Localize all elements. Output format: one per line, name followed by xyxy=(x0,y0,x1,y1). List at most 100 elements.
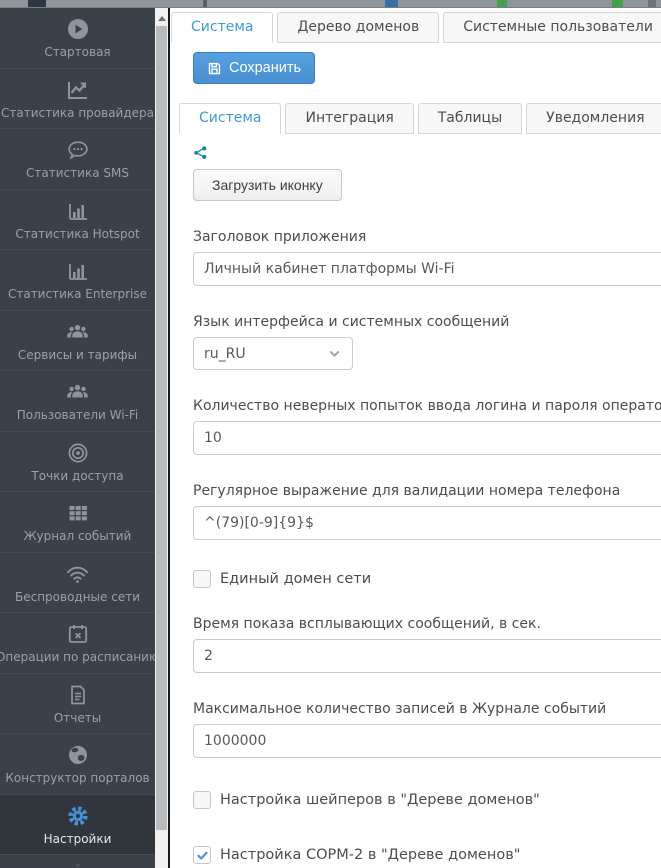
app-title-input[interactable] xyxy=(193,252,661,286)
single-domain-checkbox[interactable] xyxy=(193,570,211,588)
settings-tab-bar: Система Интеграция Таблицы Уведомления У xyxy=(179,103,661,134)
language-select-value: ru_RU xyxy=(204,346,246,362)
bar-chart-icon xyxy=(66,259,90,283)
phone-regex-input[interactable] xyxy=(193,506,661,540)
sidebar-item-label: Статистика Hotspot xyxy=(15,228,139,240)
sidebar-item-reports[interactable]: Отчеты xyxy=(0,674,155,735)
browser-icon-fragment xyxy=(28,0,46,7)
users-icon xyxy=(65,320,90,344)
sidebar-item-label: Беспроводные сети xyxy=(15,591,140,603)
calendar-x-icon xyxy=(66,622,90,646)
tab-settings-integration[interactable]: Интеграция xyxy=(285,103,413,134)
sidebar-item-label: Настройки xyxy=(44,833,112,845)
scrollbar-up-arrow[interactable] xyxy=(155,12,168,24)
browser-icon-fragment xyxy=(385,0,398,7)
tab-settings-notifications[interactable]: Уведомления xyxy=(526,103,661,134)
check-icon xyxy=(196,849,209,862)
upload-icon-button[interactable]: Загрузить иконку xyxy=(193,169,342,201)
sorm-checkbox[interactable] xyxy=(193,846,211,864)
sidebar-item-hotspot-stats[interactable]: Статистика Hotspot xyxy=(0,190,155,251)
sidebar-item-label: Операции по расписанию xyxy=(0,651,155,663)
tab-settings-system[interactable]: Система xyxy=(179,103,281,134)
file-text-icon xyxy=(66,683,90,707)
sidebar-nav: Стартовая Статистика провайдера Статисти… xyxy=(0,8,155,868)
sidebar-item-enterprise-stats[interactable]: Статистика Enterprise xyxy=(0,250,155,311)
browser-icon-fragment xyxy=(612,0,623,7)
tab-domain-tree[interactable]: Дерево доменов xyxy=(277,12,439,43)
login-attempts-label: Количество неверных попыток ввода логина… xyxy=(193,398,661,414)
browser-icon-fragment xyxy=(648,0,656,7)
tab-system[interactable]: Система xyxy=(171,12,273,43)
tab-system-users[interactable]: Системные пользователи xyxy=(443,12,661,43)
app-title-group: Заголовок приложения xyxy=(193,229,661,286)
browser-chrome-strip xyxy=(0,0,661,8)
frame-scrollbar[interactable] xyxy=(155,8,168,868)
sidebar-item-access-points[interactable]: Точки доступа xyxy=(0,432,155,493)
bullseye-icon xyxy=(66,441,90,465)
sidebar-item-label: Точки доступа xyxy=(31,470,123,482)
shapers-checkbox[interactable] xyxy=(193,791,211,809)
sidebar-item-settings[interactable]: Настройки xyxy=(0,795,155,856)
sidebar-item-label: Отчеты xyxy=(54,712,101,724)
sidebar-item-sms-stats[interactable]: Статистика SMS xyxy=(0,129,155,190)
comment-dots-icon xyxy=(66,138,90,162)
sidebar-item-label: Стартовая xyxy=(44,46,110,58)
language-group: Язык интерфейса и системных сообщений ru… xyxy=(193,314,661,370)
toast-time-input[interactable] xyxy=(193,639,661,673)
sidebar-item-label: Пользователи Wi-Fi xyxy=(17,409,139,421)
sidebar-item-label: Статистика Enterprise xyxy=(8,288,147,300)
sorm-label: Настройка СОРМ-2 в "Дереве доменов" xyxy=(220,847,520,863)
sidebar-item-wifi-users[interactable]: Пользователи Wi-Fi xyxy=(0,371,155,432)
sidebar-item-label: Статистика провайдера xyxy=(1,107,154,119)
table-icon xyxy=(66,501,90,525)
shapers-checkbox-row[interactable]: Настройка шейперов в "Дереве доменов" xyxy=(193,791,661,809)
sidebar-item-services-tariffs[interactable]: Сервисы и тарифы xyxy=(0,311,155,372)
share-nodes-icon xyxy=(193,145,208,160)
wifi-icon xyxy=(65,562,90,586)
chevron-down-icon xyxy=(327,346,342,361)
language-select[interactable]: ru_RU xyxy=(193,337,353,370)
save-button[interactable]: Сохранить xyxy=(193,52,315,84)
line-chart-icon xyxy=(66,78,90,102)
sorm-checkbox-row[interactable]: Настройка СОРМ-2 в "Дереве доменов" xyxy=(193,846,661,864)
sidebar-item-wireless-networks[interactable]: Беспроводные сети xyxy=(0,553,155,614)
browser-icon-fragment xyxy=(203,0,207,7)
main-content: Система Дерево доменов Системные пользов… xyxy=(170,8,661,868)
phone-regex-group: Регулярное выражение для валидации номер… xyxy=(193,483,661,540)
app-title-label: Заголовок приложения xyxy=(193,229,661,245)
phone-regex-label: Регулярное выражение для валидации номер… xyxy=(193,483,661,499)
sidebar-item-label: Статистика SMS xyxy=(26,167,129,179)
toast-time-label: Время показа всплывающих сообщений, в се… xyxy=(193,616,661,632)
sidebar-item-portal-builder[interactable]: Конструктор порталов xyxy=(0,734,155,795)
sidebar-item-label: Конструктор порталов xyxy=(5,772,149,784)
sidebar-item-provider-stats[interactable]: Статистика провайдера xyxy=(0,69,155,130)
settings-form: Заголовок приложения Язык интерфейса и с… xyxy=(193,229,661,864)
journal-max-label: Максимальное количество записей в Журнал… xyxy=(193,701,661,717)
bar-chart-icon xyxy=(66,199,90,223)
sidebar-item-scheduled-operations[interactable]: Операции по расписанию xyxy=(0,613,155,674)
journal-max-group: Максимальное количество записей в Журнал… xyxy=(193,701,661,758)
shapers-label: Настройка шейперов в "Дереве доменов" xyxy=(220,792,540,808)
sidebar-item-partial[interactable] xyxy=(0,855,155,867)
play-circle-icon xyxy=(66,17,90,41)
top-tab-bar: Система Дерево доменов Системные пользов… xyxy=(171,12,661,43)
sidebar-item-event-log[interactable]: Журнал событий xyxy=(0,492,155,553)
login-attempts-input[interactable] xyxy=(193,421,661,455)
users-icon xyxy=(65,380,90,404)
floppy-icon xyxy=(207,61,222,76)
login-attempts-group: Количество неверных попыток ввода логина… xyxy=(193,398,661,455)
sidebar-item-label: Журнал событий xyxy=(24,530,132,542)
gear-icon xyxy=(66,804,90,828)
partial-icon xyxy=(66,863,90,867)
save-button-label: Сохранить xyxy=(229,60,301,76)
sidebar-item-start[interactable]: Стартовая xyxy=(0,8,155,69)
single-domain-label: Единый домен сети xyxy=(220,571,371,587)
language-label: Язык интерфейса и системных сообщений xyxy=(193,314,661,330)
scrollbar-thumb[interactable] xyxy=(156,26,167,830)
tab-settings-tables[interactable]: Таблицы xyxy=(418,103,522,134)
globe-icon xyxy=(66,743,90,767)
journal-max-input[interactable] xyxy=(193,724,661,758)
toast-time-group: Время показа всплывающих сообщений, в се… xyxy=(193,616,661,673)
sidebar-item-label: Сервисы и тарифы xyxy=(18,349,137,361)
single-domain-checkbox-row[interactable]: Единый домен сети xyxy=(193,570,661,588)
